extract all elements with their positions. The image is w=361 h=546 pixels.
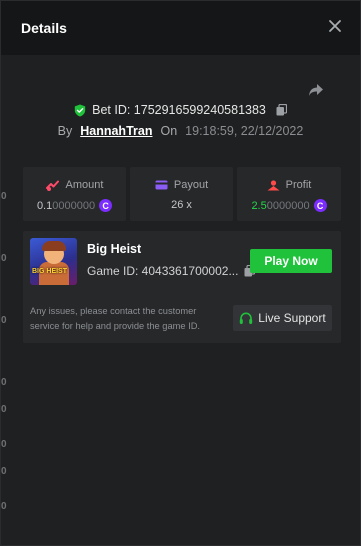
background-edge-glyph: 0 — [1, 404, 7, 415]
payout-icon — [155, 180, 168, 190]
game-id-row: Game ID: 4043361700002... — [87, 264, 256, 278]
on-label: On — [160, 124, 178, 138]
by-label: By — [57, 124, 73, 138]
amount-value: 0.10000000 — [36, 199, 96, 212]
game-thumbnail-logo: BIG HEIST — [32, 268, 68, 275]
bet-details-modal: 0 0 0 0 0 0 0 0 Details Bet ID: 17529165… — [0, 0, 361, 546]
background-edge-glyph: 0 — [1, 315, 7, 326]
headset-icon — [240, 311, 253, 324]
modal-title: Details — [21, 20, 67, 36]
game-id-text: Game ID: 4043361700002... — [87, 264, 239, 278]
share-icon[interactable] — [308, 83, 324, 97]
bet-meta-row: By HannahTran On 19:18:59, 22/12/2022 — [1, 124, 360, 138]
background-edge-glyph: 0 — [1, 439, 7, 450]
bet-id-row: Bet ID: 1752916599240581383 — [1, 103, 360, 117]
payout-card: Payout 26 x — [130, 167, 233, 221]
amount-card: Amount 0.10000000 C — [23, 167, 126, 221]
background-edge-glyph: 0 — [1, 501, 7, 512]
game-panel: BIG HEIST Big Heist Game ID: 40433617000… — [23, 231, 341, 343]
shield-check-icon — [74, 104, 86, 116]
copy-icon[interactable] — [276, 104, 287, 116]
amount-icon — [45, 180, 59, 191]
profit-label: Profit — [285, 179, 312, 191]
payout-value: 26 x — [171, 199, 192, 211]
amount-label: Amount — [65, 179, 104, 191]
profit-card: Profit 2.50000000 C — [237, 167, 341, 221]
coin-icon: C — [99, 199, 113, 212]
modal-header: Details — [1, 1, 360, 55]
profit-icon — [267, 179, 280, 190]
bet-id-text: Bet ID: 1752916599240581383 — [92, 103, 266, 117]
background-edge-glyph: 0 — [1, 466, 7, 477]
background-edge-glyph: 0 — [1, 191, 7, 202]
username-link[interactable]: HannahTran — [80, 124, 152, 138]
game-thumbnail[interactable]: BIG HEIST — [30, 238, 77, 285]
payout-label: Payout — [173, 179, 209, 191]
bet-datetime: 19:18:59, 22/12/2022 — [185, 124, 304, 138]
background-edge-glyph: 0 — [1, 377, 7, 388]
background-edge-glyph: 0 — [1, 253, 7, 264]
live-support-button[interactable]: Live Support — [233, 305, 332, 331]
coin-icon: C — [313, 199, 327, 212]
play-now-button[interactable]: Play Now — [250, 249, 332, 273]
live-support-label: Live Support — [258, 311, 326, 325]
profit-value: 2.50000000 — [251, 199, 310, 212]
game-name: Big Heist — [87, 242, 142, 256]
support-note: Any issues, please contact the customer … — [30, 306, 201, 331]
close-icon[interactable] — [328, 19, 342, 33]
